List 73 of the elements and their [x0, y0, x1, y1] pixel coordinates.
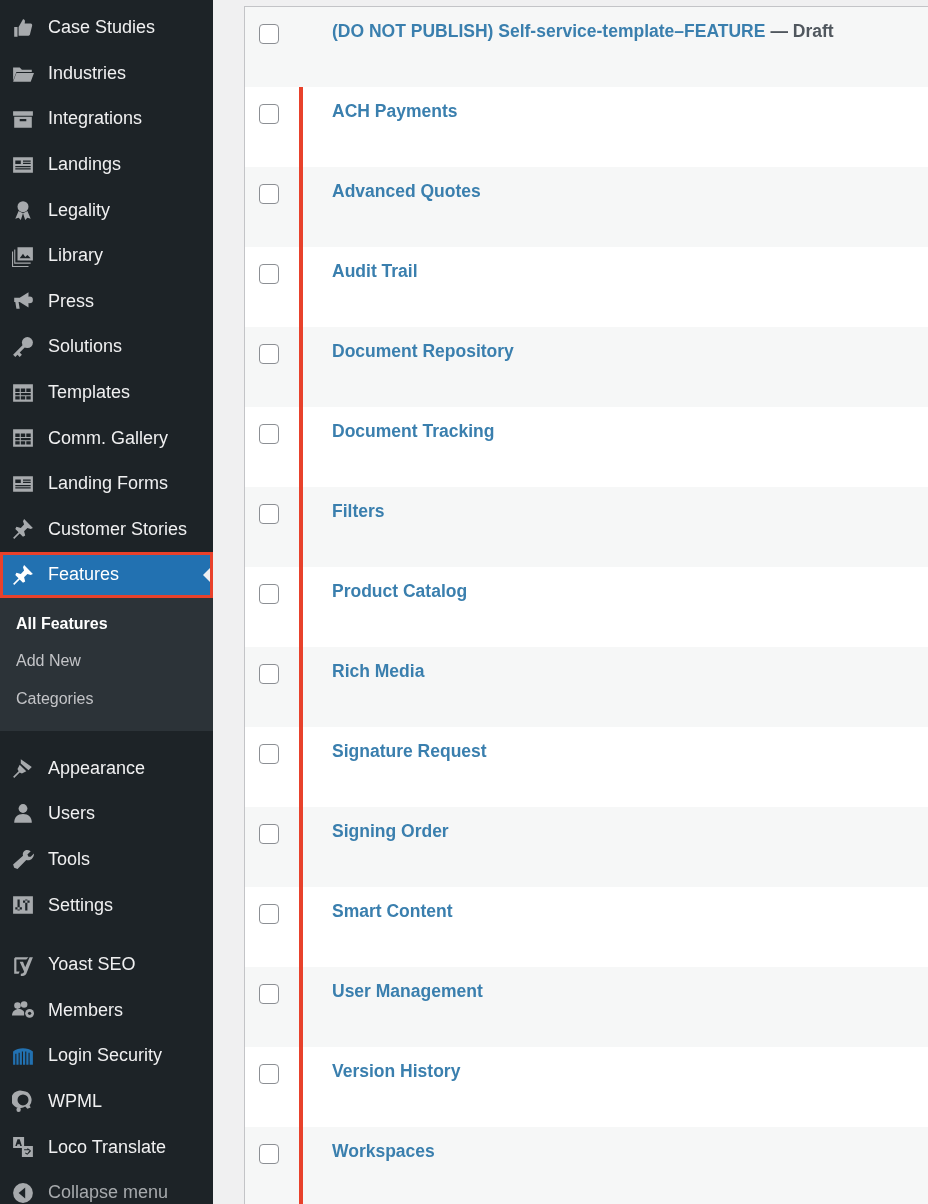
post-title-link[interactable]: Audit Trail — [332, 261, 418, 281]
sidebar-item[interactable]: Features — [0, 552, 213, 598]
pushpin-icon — [12, 518, 34, 541]
sidebar-item[interactable]: Library — [0, 232, 213, 279]
row-checkbox[interactable] — [259, 1144, 279, 1164]
row-checkbox[interactable] — [259, 1064, 279, 1084]
row-checkbox[interactable] — [259, 744, 279, 764]
row-checkbox[interactable] — [259, 984, 279, 1004]
table-icon — [12, 427, 34, 450]
sidebar-item[interactable]: Legality — [0, 187, 213, 233]
sidebar-item[interactable]: Case Studies — [0, 5, 213, 51]
row-checkbox[interactable] — [259, 504, 279, 524]
sidebar-item[interactable]: Integrations — [0, 96, 213, 142]
row-checkbox[interactable] — [259, 24, 279, 44]
thumbs-up-icon — [12, 16, 34, 39]
sidebar-item[interactable]: Users — [0, 791, 213, 837]
sliders-icon — [12, 894, 34, 917]
post-title-link[interactable]: (DO NOT PUBLISH) Self-service-template–FEATURE — [332, 21, 766, 41]
row-checkbox[interactable] — [259, 584, 279, 604]
post-title-link[interactable]: Filters — [332, 501, 385, 521]
post-status: — Draft — [770, 21, 834, 41]
archive-box-icon — [12, 108, 34, 130]
images-icon — [12, 244, 34, 267]
post-title-link[interactable]: Document Repository — [332, 341, 514, 361]
sidebar-item[interactable]: WPML — [0, 1078, 213, 1125]
post-title-link[interactable]: Workspaces — [332, 1141, 435, 1161]
post-title-link[interactable]: Version History — [332, 1061, 461, 1081]
row-checkbox[interactable] — [259, 904, 279, 924]
row-checkbox[interactable] — [259, 664, 279, 684]
sidebar-item[interactable]: Settings — [0, 882, 213, 928]
sidebar-item[interactable]: Landings — [0, 141, 213, 188]
sidebar-item[interactable]: Solutions — [0, 324, 213, 370]
sidebar-item[interactable]: Members — [0, 987, 213, 1034]
person-icon — [12, 802, 34, 825]
current-page-pointer-icon — [203, 567, 210, 582]
collapse-menu-button[interactable]: Collapse menu — [0, 1169, 213, 1204]
award-ribbon-icon — [12, 199, 34, 222]
sidebar-item[interactable]: Industries — [0, 50, 213, 97]
row-checkbox[interactable] — [259, 424, 279, 444]
row-checkbox[interactable] — [259, 264, 279, 284]
sidebar-item[interactable]: Tools — [0, 836, 213, 883]
paintbrush-icon — [12, 757, 34, 780]
sidebar-item[interactable]: Customer Stories — [0, 506, 213, 553]
row-checkbox[interactable] — [259, 344, 279, 364]
sidebar-item[interactable]: Landing Forms — [0, 460, 213, 507]
post-title-link[interactable]: ACH Payments — [332, 101, 458, 121]
table-icon — [12, 381, 34, 404]
translate-icon — [12, 1136, 34, 1159]
sidebar-item[interactable]: Comm. Gallery — [0, 415, 213, 461]
pushpin-icon — [12, 563, 34, 586]
post-title-link[interactable]: Smart Content — [332, 901, 453, 921]
key-icon — [12, 335, 34, 358]
sidebar-item[interactable]: Templates — [0, 369, 213, 416]
sidebar-item[interactable]: Loco Translate — [0, 1124, 213, 1170]
wrench-icon — [12, 848, 34, 871]
sidebar-item[interactable]: Press — [0, 278, 213, 325]
submenu-item[interactable]: Categories — [0, 679, 213, 718]
post-title-link[interactable]: Rich Media — [332, 661, 425, 681]
submenu-item[interactable]: All Features — [0, 604, 213, 643]
post-title-link[interactable]: Product Catalog — [332, 581, 468, 601]
wpml-logo-icon — [12, 1090, 34, 1113]
post-title-link[interactable]: Document Tracking — [332, 421, 495, 441]
sidebar-item[interactable]: Appearance — [0, 745, 213, 792]
row-checkbox[interactable] — [259, 184, 279, 204]
submenu-item[interactable]: Add New — [0, 642, 213, 680]
sidebar-item[interactable]: Yoast SEO — [0, 941, 213, 988]
post-title-link[interactable]: User Management — [332, 981, 483, 1001]
row-checkbox[interactable] — [259, 104, 279, 124]
sidebar-item[interactable]: Login Security — [0, 1033, 213, 1079]
post-title-link[interactable]: Signature Request — [332, 741, 487, 761]
post-title-link[interactable]: Advanced Quotes — [332, 181, 481, 201]
row-checkbox[interactable] — [259, 824, 279, 844]
post-title-link[interactable]: Signing Order — [332, 821, 449, 841]
